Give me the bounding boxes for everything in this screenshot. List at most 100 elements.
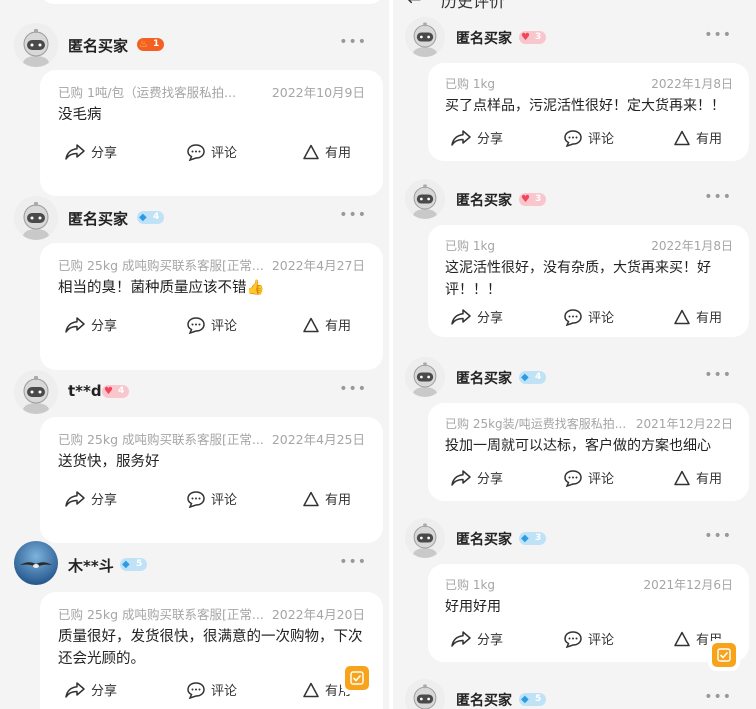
astronaut-avatar-icon	[405, 679, 445, 709]
review-text: 这泥活性很好，没有杂质，大货再来买！好评！！！	[445, 260, 711, 298]
astronaut-avatar-icon	[14, 196, 58, 240]
user-avatar[interactable]	[405, 679, 445, 709]
user-name[interactable]: 匿名买家	[68, 208, 128, 229]
triangle-like-icon	[674, 631, 690, 646]
useful-button[interactable]: 有用	[302, 680, 351, 699]
user-avatar[interactable]	[405, 17, 445, 57]
diamond-icon: ◆	[122, 559, 130, 570]
purchase-info: 已购 25kg 成吨购买联系客服[正常... 2022年4月27日	[58, 255, 365, 274]
review-actions: 分享 评论 有用	[40, 680, 383, 702]
share-icon	[451, 129, 471, 146]
share-button[interactable]: 分享	[64, 489, 117, 508]
more-options-button[interactable]: •••	[704, 528, 732, 544]
user-name[interactable]: 木**斗	[68, 555, 114, 576]
floating-action-button[interactable]	[712, 643, 736, 667]
user-name[interactable]: 匿名买家	[456, 690, 512, 709]
review-date: 2022年4月27日	[271, 258, 365, 273]
useful-button[interactable]: 有用	[302, 489, 351, 508]
share-button[interactable]: 分享	[450, 468, 503, 487]
comment-button[interactable]: 评论	[563, 128, 614, 147]
triangle-like-icon	[303, 491, 319, 506]
user-avatar[interactable]	[14, 196, 58, 240]
useful-button[interactable]: 有用	[673, 307, 722, 326]
member-level-badge: ♥ 4	[102, 385, 130, 398]
review-text: 没毛病	[58, 107, 102, 123]
more-options-button[interactable]: •••	[339, 554, 367, 570]
review-actions: 分享 评论 有用	[428, 307, 749, 329]
review-card: 已购 1kg 2022年1月8日 买了点样品，污泥活性很好！定大货再来！！ 分享…	[428, 63, 749, 161]
comment-icon	[564, 469, 582, 487]
comment-button[interactable]: 评论	[186, 142, 237, 161]
share-button[interactable]: 分享	[450, 629, 503, 648]
share-button[interactable]: 分享	[64, 142, 117, 161]
user-name[interactable]: 匿名买家	[456, 529, 512, 549]
more-dots-icon[interactable]: •••	[713, 0, 744, 4]
useful-button[interactable]: 有用	[673, 128, 722, 147]
member-level-badge: ♨ 1	[137, 38, 165, 51]
user-avatar[interactable]	[405, 357, 445, 397]
more-options-button[interactable]: •••	[339, 34, 367, 50]
useful-button[interactable]: 有用	[302, 315, 351, 334]
review-text: 送货快，服务好	[58, 454, 160, 470]
review-text: 投加一周就可以达标，客户做的方案也细心	[445, 438, 711, 454]
diamond-icon: ◆	[521, 694, 529, 705]
comment-button[interactable]: 评论	[186, 680, 237, 699]
member-level-badge: ◆ 3	[519, 532, 547, 545]
review-card: 已购 1kg 2021年12月6日 好用好用 分享 评论 有用	[428, 564, 749, 662]
more-options-button[interactable]: •••	[704, 27, 732, 43]
user-name[interactable]: 匿名买家	[68, 35, 128, 56]
user-name[interactable]: t**d	[68, 382, 102, 400]
purchase-spec: 已购 1kg	[445, 239, 496, 253]
share-button[interactable]: 分享	[450, 128, 503, 147]
more-options-button[interactable]: •••	[339, 381, 367, 397]
page-title: 历史评价	[441, 0, 506, 11]
comment-button[interactable]: 评论	[563, 468, 614, 487]
share-icon	[65, 143, 85, 160]
purchase-info: 已购 1吨/包（运费找客服私拍... 2022年10月9日	[58, 82, 365, 101]
purchase-spec: 已购 1吨/包（运费找客服私拍...	[58, 85, 237, 100]
user-avatar[interactable]	[14, 541, 58, 585]
user-avatar[interactable]	[14, 370, 58, 414]
review-text: 好用好用	[445, 599, 501, 615]
astronaut-avatar-icon	[14, 23, 58, 67]
comment-icon	[187, 490, 205, 508]
more-options-button[interactable]: •••	[704, 367, 732, 383]
comment-button[interactable]: 评论	[186, 315, 237, 334]
useful-button[interactable]: 有用	[302, 142, 351, 161]
review-card: 已购 25kg装/吨运费找客服私拍... 2021年12月22日 投加一周就可以…	[428, 403, 749, 501]
more-options-button[interactable]: •••	[339, 207, 367, 223]
top-nav-bar: ← 历史评价 •••	[393, 0, 756, 12]
comment-icon	[187, 681, 205, 699]
share-button[interactable]: 分享	[64, 315, 117, 334]
user-avatar[interactable]	[405, 518, 445, 558]
purchase-spec: 已购 25kg 成吨购买联系客服[正常...	[58, 607, 264, 622]
user-name[interactable]: 匿名买家	[456, 28, 512, 48]
review-text: 质量很好，发货很快，很满意的一次购物，下次还会光顾的。	[58, 629, 363, 667]
review-actions: 分享 评论 有用	[428, 128, 749, 150]
member-level-badge: ◆ 5	[519, 693, 547, 706]
heart-icon: ♥	[521, 32, 530, 43]
share-button[interactable]: 分享	[64, 680, 117, 699]
purchase-spec: 已购 25kg 成吨购买联系客服[正常...	[58, 432, 264, 447]
user-avatar[interactable]	[405, 179, 445, 219]
useful-button[interactable]: 有用	[673, 468, 722, 487]
review-actions: 分享 评论 有用	[428, 468, 749, 490]
comment-button[interactable]: 评论	[563, 629, 614, 648]
purchase-spec: 已购 25kg装/吨运费找客服私拍...	[445, 417, 627, 431]
heart-icon: ♥	[104, 386, 113, 397]
member-level-badge: ◆ 4	[519, 371, 547, 384]
more-options-button[interactable]: •••	[704, 689, 732, 705]
user-name[interactable]: 匿名买家	[456, 368, 512, 388]
comment-button[interactable]: 评论	[186, 489, 237, 508]
comment-button[interactable]: 评论	[563, 307, 614, 326]
astronaut-avatar-icon	[14, 370, 58, 414]
arrow-left-icon[interactable]: ←	[407, 0, 421, 10]
share-button[interactable]: 分享	[450, 307, 503, 326]
more-options-button[interactable]: •••	[704, 189, 732, 205]
floating-action-button[interactable]	[345, 666, 369, 690]
share-icon	[451, 630, 471, 647]
user-name[interactable]: 匿名买家	[456, 190, 512, 210]
triangle-like-icon	[674, 130, 690, 145]
user-avatar[interactable]	[14, 23, 58, 67]
triangle-like-icon	[303, 317, 319, 332]
